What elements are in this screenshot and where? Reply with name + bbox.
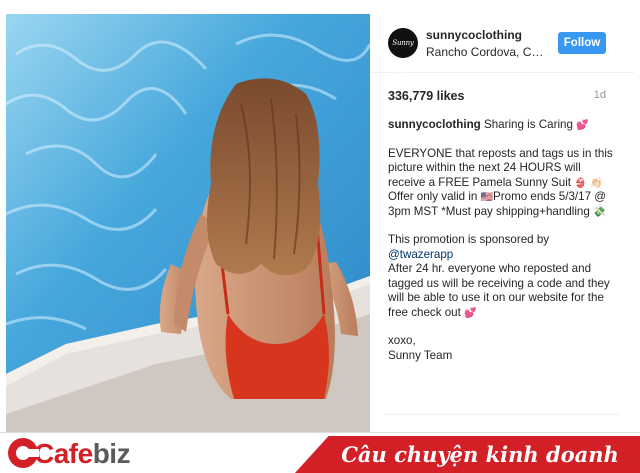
two-hearts-emoji-icon-2: 💕 <box>464 307 477 319</box>
caption-paragraph-offer: EVERYONE that reposts and tags us in thi… <box>388 147 614 220</box>
post-photo[interactable] <box>6 14 370 432</box>
banner-tagline: Câu chuyện kinh doanh <box>341 442 619 467</box>
brand-part-cafe: Cafe <box>34 438 93 469</box>
instagram-post: Sunny Co sunnycoclothing Rancho Cordova,… <box>0 0 640 432</box>
caption-team: Sunny Team <box>388 348 453 362</box>
post-side-panel: Sunny Co sunnycoclothing Rancho Cordova,… <box>370 14 634 432</box>
post-age[interactable]: 1d <box>594 89 606 101</box>
pool-scene-illustration <box>6 14 370 432</box>
money-wings-emoji-icon: 💸 <box>593 206 606 218</box>
caption-xoxo: xoxo, <box>388 334 416 347</box>
likes-count[interactable]: 336,779 likes <box>388 89 464 103</box>
sponsor-mention-link[interactable]: @twazerapp <box>388 248 453 261</box>
caption-sponsor-text: This promotion is sponsored by <box>388 233 550 246</box>
caption-lead-text: Sharing is Caring <box>483 118 573 131</box>
caption-lead-line: sunnycoclothing Sharing is Caring 💕 <box>388 118 614 133</box>
post-caption: sunnycoclothing Sharing is Caring 💕 EVER… <box>388 118 614 363</box>
brand-part-biz: biz <box>92 438 131 469</box>
caption-valid-text: Offer only valid in <box>388 190 478 203</box>
clapping-hands-emoji-icon: 👏🏻 <box>589 177 603 189</box>
cafebiz-wordmark: Cafebiz <box>34 437 131 471</box>
bikini-emoji-icon: 👙 <box>574 177 587 189</box>
comment-divider <box>384 414 620 415</box>
two-hearts-emoji-icon: 💕 <box>576 120 589 131</box>
location-link[interactable]: Rancho Cordova, California <box>426 45 550 59</box>
profile-avatar[interactable]: Sunny Co <box>388 28 418 77</box>
follow-button[interactable]: Follow <box>558 32 606 54</box>
post-header: Sunny Co sunnycoclothing Rancho Cordova,… <box>370 14 634 77</box>
us-flag-emoji-icon: 🇺🇸 <box>480 192 494 203</box>
profile-username-link[interactable]: sunnycoclothing <box>426 28 522 42</box>
cafebiz-banner: Cafebiz Câu chuyện kinh doanh <box>0 432 640 473</box>
caption-paragraph-sponsor: This promotion is sponsored by @twazerap… <box>388 233 614 320</box>
caption-author-link[interactable]: sunnycoclothing <box>388 118 481 131</box>
cafebiz-logo[interactable]: Cafebiz <box>4 434 174 473</box>
caption-code-text: After 24 hr. everyone who reposted and t… <box>388 262 610 319</box>
caption-signoff: xoxo, Sunny Team <box>388 334 614 363</box>
